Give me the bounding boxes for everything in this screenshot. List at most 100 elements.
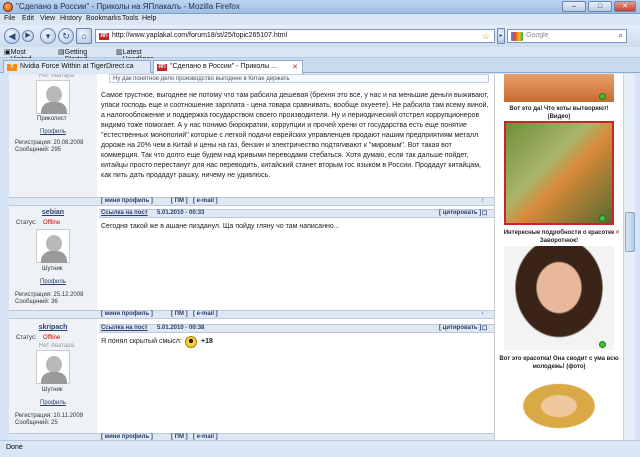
post-actions-bar: [ мини профиль ] [ ПМ ] [ e-mail ]: [9, 433, 494, 440]
menu-edit[interactable]: Edit: [22, 15, 34, 22]
bookmark-getting-started[interactable]: ▤ Getting Started: [58, 48, 87, 63]
search-icon[interactable]: ⌕: [619, 31, 623, 41]
cite-link[interactable]: [ цитировать ]: [439, 210, 481, 216]
pm-link[interactable]: [ ПМ ]: [171, 198, 188, 204]
search-placeholder: Google: [526, 32, 549, 39]
firefox-icon: [3, 2, 13, 12]
cite-link[interactable]: [ цитировать ]: [439, 325, 481, 331]
menu-file[interactable]: File: [4, 15, 15, 22]
mini-profile-link[interactable]: [ мини профиль ]: [101, 198, 153, 204]
profile-link[interactable]: Профиль: [40, 400, 66, 406]
google-icon: [511, 32, 523, 41]
profile-link[interactable]: Профиль: [40, 279, 66, 285]
post-header-bar: Ссылка на пост 5.01.2010 - 00:38 [ цитир…: [99, 324, 494, 333]
sidebar-caption[interactable]: Интересные подробности о красотке Заворо…: [499, 229, 619, 245]
user-rank: Шутник: [42, 266, 63, 272]
email-link[interactable]: [ e-mail ]: [193, 198, 218, 204]
reload-icon[interactable]: ↻: [58, 28, 74, 44]
tab-yaplakal[interactable]: ЯП "Сделано в России" - Приколы ... ✕: [153, 60, 303, 74]
search-field[interactable]: Google ⌕: [507, 29, 627, 43]
site-favicon: ЯП: [99, 33, 109, 40]
email-label: e-mail: [196, 311, 215, 317]
avatar: [36, 350, 70, 384]
profile-link[interactable]: Профиль: [40, 129, 66, 135]
username[interactable]: sebian: [9, 209, 97, 216]
minimize-button[interactable]: –: [562, 1, 586, 12]
menu-view[interactable]: View: [40, 15, 55, 22]
mini-label: мини профиль: [104, 198, 150, 204]
post-date: 5.01.2010 - 00:33: [157, 210, 205, 216]
status-text: Done: [6, 444, 23, 451]
back-icon[interactable]: ◀: [4, 28, 20, 44]
scrollbar-thumb[interactable]: [625, 212, 635, 252]
browser-window: "Сделано в России" - Приколы на ЯПлакалъ…: [0, 0, 640, 457]
bookmark-latest-headlines[interactable]: ▥ Latest Headlines: [116, 48, 154, 63]
cat-photo-image[interactable]: [504, 121, 614, 225]
no-avatar-label: Нет Аватара: [39, 343, 74, 349]
tab-tigerdirect[interactable]: T Nvidia Force Within at TigerDirect.ca: [3, 60, 151, 73]
status-bar: Done: [0, 440, 640, 457]
post-actions-bar: [ мини профиль ] [ ПМ ] [ e-mail ] ↑: [9, 310, 494, 319]
mini-profile-link[interactable]: [ мини профиль ]: [101, 311, 153, 317]
menu-bar: File Edit View History Bookmarks Tools H…: [0, 14, 640, 25]
go-icon[interactable]: ▸: [497, 28, 505, 44]
page-scrollbar[interactable]: [623, 74, 635, 440]
sidebar-ads: Вот это да! Что коты вытворяют! (Видео) …: [494, 74, 623, 440]
online-dot-icon: [599, 215, 606, 222]
site-favicon: ЯП: [157, 64, 167, 71]
message-count: Сообщений: 295: [15, 147, 62, 153]
bookmarks-toolbar: ▣ Most Visited ▤ Getting Started ▥ Lates…: [0, 47, 640, 63]
registration-date: Регистрация: 10.11.2009: [15, 413, 83, 419]
url-text: http://www.yaplakal.com/forum18/st/25/to…: [112, 32, 288, 39]
sidebar-caption[interactable]: Вот это да! Что коты вытворяют! (Видео): [499, 105, 619, 121]
message-count: Сообщений: 36: [15, 299, 58, 305]
sidebar-caption[interactable]: Вот это красотка! Она сводит с ума всю м…: [499, 355, 619, 371]
post-body: Я понял скрытый смысл:: [101, 338, 182, 345]
post-link[interactable]: Ссылка на пост: [101, 210, 148, 216]
email-link[interactable]: [ e-mail ]: [193, 311, 218, 317]
dropdown-history-icon[interactable]: ▾: [40, 28, 56, 44]
close-ad-icon[interactable]: ✕: [615, 229, 620, 236]
url-field[interactable]: ЯП http://www.yaplakal.com/forum18/st/25…: [95, 29, 495, 43]
forum-thread: Ну дак понятное дело производство выгодн…: [9, 74, 494, 440]
home-icon[interactable]: ⌂: [76, 28, 92, 44]
post-body: Сегодня такой же в ашане пизданул. Ща по…: [101, 223, 340, 230]
post-link[interactable]: Ссылка на пост: [101, 325, 148, 331]
status-label: Статус:: [16, 220, 37, 226]
pm-link[interactable]: [ ПМ ]: [171, 311, 188, 317]
no-avatar-label: Нет Аватара: [39, 74, 74, 79]
registration-date: Регистрация: 20.08.2008: [15, 140, 84, 146]
username[interactable]: skripach: [9, 324, 97, 331]
rating-value: +18: [201, 338, 213, 345]
tab-bar: T Nvidia Force Within at TigerDirect.ca …: [0, 58, 640, 74]
pm-label: ПМ: [174, 198, 184, 204]
window-title: "Сделано в России" - Приколы на ЯПлакалъ…: [16, 2, 240, 11]
cat-video-thumbnail[interactable]: [504, 74, 614, 102]
maximize-button[interactable]: □: [588, 1, 612, 12]
scroll-top-icon[interactable]: ↑: [481, 198, 484, 204]
user-rank: Приколист: [37, 116, 67, 122]
scroll-top-icon[interactable]: ↑: [481, 311, 484, 317]
forward-icon[interactable]: ▶: [22, 30, 34, 42]
blonde-photo-image[interactable]: [504, 372, 614, 440]
menu-bookmarks[interactable]: Bookmarks: [86, 15, 121, 22]
post-header-bar: Ссылка на пост 5.01.2010 - 00:33 [ цитир…: [99, 209, 494, 218]
smiley-icon: ☻: [185, 336, 197, 348]
menu-tools[interactable]: Tools: [122, 15, 138, 22]
registration-date: Регистрация: 25.12.2008: [15, 292, 84, 298]
checkbox-icon[interactable]: ☐: [482, 210, 487, 217]
post-body: Самое грустное, выгоднее не потому что т…: [101, 92, 489, 179]
menu-help[interactable]: Help: [142, 15, 156, 22]
checkbox-icon[interactable]: ☐: [482, 325, 487, 332]
close-tab-icon[interactable]: ✕: [292, 63, 298, 71]
online-dot-icon: [599, 341, 606, 348]
status-offline: Offline: [43, 220, 61, 226]
bookmark-most-visited[interactable]: ▣ Most Visited: [4, 48, 32, 63]
menu-history[interactable]: History: [60, 15, 82, 22]
bookmark-star-icon[interactable]: ☆: [482, 31, 490, 42]
woman-photo-image[interactable]: [504, 246, 614, 350]
tiger-favicon: T: [7, 64, 17, 71]
tab-label: "Сделано в России" - Приколы ...: [170, 63, 278, 70]
close-window-button[interactable]: ✕: [614, 1, 636, 12]
post-actions-bar: [ мини профиль ] [ ПМ ] [ e-mail ] ↑: [9, 197, 494, 206]
